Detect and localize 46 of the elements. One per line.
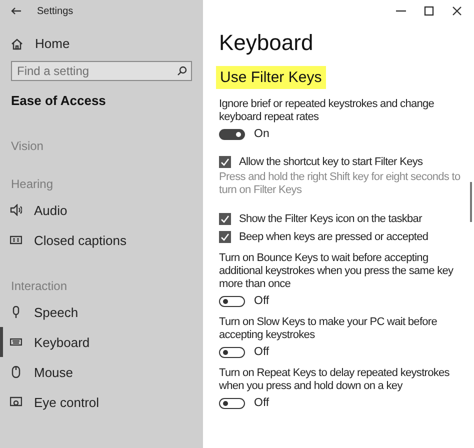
highlighted-heading: Use Filter Keys [216, 66, 326, 89]
description-text: Turn on Repeat Keys to delay repeated keystrokes when you press and hold down on a key [219, 367, 450, 393]
back-arrow-icon [11, 7, 21, 15]
scrollbar[interactable] [470, 182, 472, 222]
window-title: Settings [37, 6, 74, 16]
eye-control-icon [10, 396, 22, 408]
checkbox-label: Allow the shortcut key to start Filter Keys [239, 156, 423, 168]
toggle-switch[interactable] [219, 128, 245, 140]
description-text: Ignore brief or repeated keystrokes and change keyboard repeat rates [219, 98, 436, 124]
toggle-label: Off [254, 346, 270, 358]
home-link[interactable]: Home [35, 36, 70, 51]
toggle-label: Off [254, 295, 270, 307]
toggle-label: On [254, 128, 270, 140]
checkbox[interactable] [219, 156, 231, 168]
section-heading: Ease of Access [11, 93, 107, 108]
search-icon[interactable] [177, 66, 187, 76]
toggle-switch[interactable] [219, 296, 245, 306]
microphone-icon [10, 306, 22, 318]
close-icon[interactable] [450, 4, 464, 18]
toggle-switch[interactable] [219, 398, 245, 408]
nav-item[interactable]: Closed captions [0, 225, 203, 255]
toggle-label: Off [254, 397, 270, 409]
captions-icon [10, 234, 22, 246]
home-icon [11, 38, 23, 50]
mouse-icon [10, 366, 22, 378]
group-heading: Interaction [11, 279, 68, 293]
nav-item[interactable]: Keyboard [0, 327, 203, 357]
nav-item[interactable]: Audio [0, 195, 203, 225]
description-text: Turn on Bounce Keys to wait before accepting additional keystrokes when you press the same key more than once [219, 252, 454, 291]
toggle-switch[interactable] [219, 346, 245, 358]
keyboard-icon [10, 336, 22, 348]
maximize-icon[interactable] [422, 4, 436, 18]
search-field[interactable]: Find a setting [11, 61, 192, 81]
description-text: Turn on Slow Keys to make your PC wait before accepting keystrokes [219, 316, 438, 342]
nav-item[interactable]: Eye control [0, 387, 203, 417]
checkbox-label: Beep when keys are pressed or accepted [239, 231, 428, 243]
group-heading: Hearing [11, 177, 54, 191]
nav-item[interactable]: Mouse [0, 357, 203, 387]
page-title: Keyboard [219, 30, 314, 56]
checkbox[interactable] [219, 231, 231, 243]
hint-text: Press and hold the right Shift key for eight seconds to turn on Filter Keys [219, 171, 462, 197]
checkbox[interactable] [219, 213, 231, 225]
checkbox-label: Show the Filter Keys icon on the taskbar [239, 213, 422, 225]
group-heading: Vision [11, 139, 44, 153]
nav-item[interactable]: Speech [0, 297, 203, 327]
speaker-icon [10, 204, 22, 216]
